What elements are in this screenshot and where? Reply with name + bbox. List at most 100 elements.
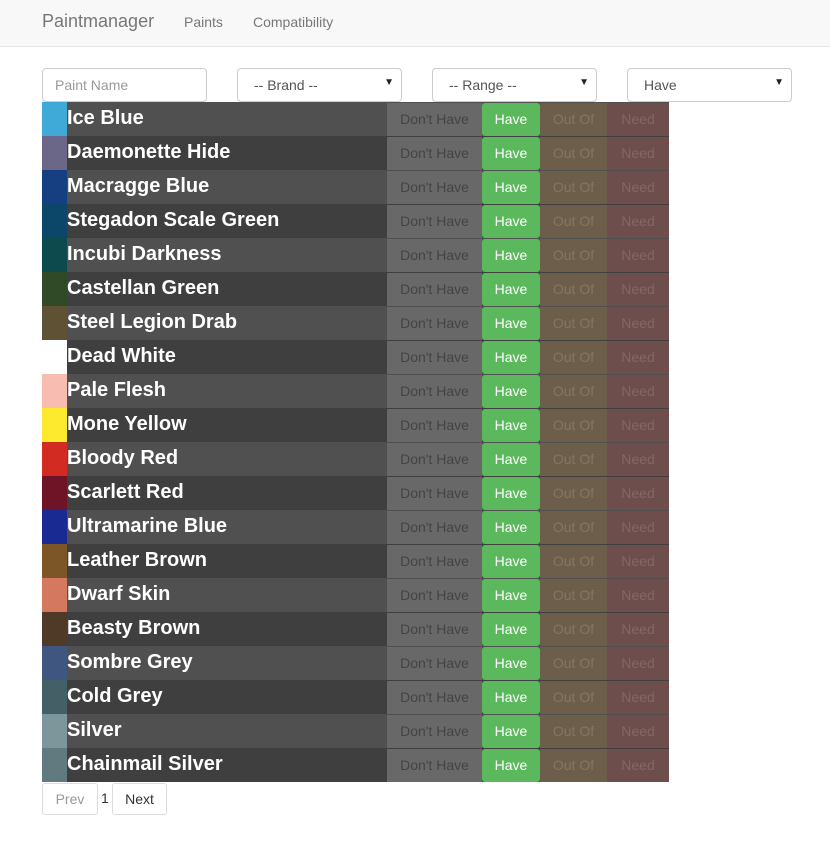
out-of-button[interactable]: Out Of	[540, 137, 607, 170]
dont-have-button[interactable]: Don't Have	[387, 137, 482, 170]
paint-row: Ultramarine Blue Don't Have Have Out Of Need	[42, 510, 669, 544]
out-of-button[interactable]: Out Of	[540, 409, 607, 442]
need-button[interactable]: Need	[607, 273, 669, 306]
have-button[interactable]: Have	[482, 545, 540, 578]
have-button[interactable]: Have	[482, 681, 540, 714]
dont-have-button[interactable]: Don't Have	[387, 477, 482, 510]
have-button[interactable]: Have	[482, 137, 540, 170]
dont-have-button[interactable]: Don't Have	[387, 613, 482, 646]
paint-row: Silver Don't Have Have Out Of Need	[42, 714, 669, 748]
out-of-button[interactable]: Out Of	[540, 443, 607, 476]
paint-color-swatch	[42, 102, 67, 136]
dont-have-button[interactable]: Don't Have	[387, 681, 482, 714]
need-button[interactable]: Need	[607, 647, 669, 680]
need-button[interactable]: Need	[607, 749, 669, 782]
dont-have-button[interactable]: Don't Have	[387, 545, 482, 578]
dont-have-button[interactable]: Don't Have	[387, 715, 482, 748]
need-button[interactable]: Need	[607, 103, 669, 136]
dont-have-button[interactable]: Don't Have	[387, 341, 482, 374]
dont-have-button[interactable]: Don't Have	[387, 239, 482, 272]
need-button[interactable]: Need	[607, 715, 669, 748]
have-button[interactable]: Have	[482, 613, 540, 646]
need-button[interactable]: Need	[607, 137, 669, 170]
out-of-button[interactable]: Out Of	[540, 273, 607, 306]
dont-have-button[interactable]: Don't Have	[387, 171, 482, 204]
dont-have-button[interactable]: Don't Have	[387, 375, 482, 408]
out-of-button[interactable]: Out Of	[540, 341, 607, 374]
paint-color-swatch	[42, 714, 67, 748]
have-button[interactable]: Have	[482, 511, 540, 544]
have-button[interactable]: Have	[482, 443, 540, 476]
nav-link-compatibility[interactable]: Compatibility	[253, 14, 333, 30]
have-button[interactable]: Have	[482, 647, 540, 680]
have-button[interactable]: Have	[482, 171, 540, 204]
out-of-button[interactable]: Out Of	[540, 205, 607, 238]
have-button[interactable]: Have	[482, 205, 540, 238]
out-of-button[interactable]: Out Of	[540, 477, 607, 510]
dont-have-button[interactable]: Don't Have	[387, 511, 482, 544]
out-of-button[interactable]: Out Of	[540, 375, 607, 408]
have-button[interactable]: Have	[482, 273, 540, 306]
out-of-button[interactable]: Out Of	[540, 171, 607, 204]
have-button[interactable]: Have	[482, 409, 540, 442]
need-button[interactable]: Need	[607, 341, 669, 374]
need-button[interactable]: Need	[607, 409, 669, 442]
paint-color-swatch	[42, 442, 67, 476]
have-button[interactable]: Have	[482, 103, 540, 136]
need-button[interactable]: Need	[607, 205, 669, 238]
out-of-button[interactable]: Out Of	[540, 613, 607, 646]
dont-have-button[interactable]: Don't Have	[387, 749, 482, 782]
need-button[interactable]: Need	[607, 511, 669, 544]
out-of-button[interactable]: Out Of	[540, 307, 607, 340]
have-button[interactable]: Have	[482, 477, 540, 510]
out-of-button[interactable]: Out Of	[540, 511, 607, 544]
have-button[interactable]: Have	[482, 341, 540, 374]
need-button[interactable]: Need	[607, 579, 669, 612]
dont-have-button[interactable]: Don't Have	[387, 579, 482, 612]
navbar-brand[interactable]: Paintmanager	[42, 11, 154, 32]
need-button[interactable]: Need	[607, 681, 669, 714]
out-of-button[interactable]: Out Of	[540, 545, 607, 578]
need-button[interactable]: Need	[607, 307, 669, 340]
paint-row: Castellan Green Don't Have Have Out Of Need	[42, 272, 669, 306]
dont-have-button[interactable]: Don't Have	[387, 443, 482, 476]
paint-name-input[interactable]	[43, 69, 206, 101]
need-button[interactable]: Need	[607, 477, 669, 510]
out-of-button[interactable]: Out Of	[540, 239, 607, 272]
have-button[interactable]: Have	[482, 579, 540, 612]
out-of-button[interactable]: Out Of	[540, 103, 607, 136]
have-button[interactable]: Have	[482, 239, 540, 272]
paint-name: Sombre Grey	[67, 651, 193, 673]
out-of-button[interactable]: Out Of	[540, 749, 607, 782]
dont-have-button[interactable]: Don't Have	[387, 307, 482, 340]
paint-color-swatch	[42, 680, 67, 714]
next-page-button[interactable]: Next	[112, 783, 167, 815]
have-button[interactable]: Have	[482, 749, 540, 782]
out-of-button[interactable]: Out Of	[540, 579, 607, 612]
range-select[interactable]: -- Range -- ▼	[432, 68, 597, 102]
need-button[interactable]: Need	[607, 613, 669, 646]
paint-name: Stegadon Scale Green	[67, 209, 280, 231]
need-button[interactable]: Need	[607, 171, 669, 204]
need-button[interactable]: Need	[607, 443, 669, 476]
dont-have-button[interactable]: Don't Have	[387, 205, 482, 238]
out-of-button[interactable]: Out Of	[540, 715, 607, 748]
out-of-button[interactable]: Out Of	[540, 681, 607, 714]
prev-page-button[interactable]: Prev	[42, 783, 98, 815]
out-of-button[interactable]: Out Of	[540, 647, 607, 680]
status-select[interactable]: Have ▼	[627, 68, 792, 102]
brand-select[interactable]: -- Brand -- ▼	[237, 68, 402, 102]
dont-have-button[interactable]: Don't Have	[387, 273, 482, 306]
nav-link-paints[interactable]: Paints	[184, 14, 223, 30]
dont-have-button[interactable]: Don't Have	[387, 409, 482, 442]
need-button[interactable]: Need	[607, 239, 669, 272]
have-button[interactable]: Have	[482, 715, 540, 748]
brand-select-value: -- Brand --	[254, 77, 318, 93]
need-button[interactable]: Need	[607, 375, 669, 408]
have-button[interactable]: Have	[482, 307, 540, 340]
dont-have-button[interactable]: Don't Have	[387, 647, 482, 680]
paint-row: Daemonette Hide Don't Have Have Out Of Need	[42, 136, 669, 170]
have-button[interactable]: Have	[482, 375, 540, 408]
need-button[interactable]: Need	[607, 545, 669, 578]
dont-have-button[interactable]: Don't Have	[387, 103, 482, 136]
